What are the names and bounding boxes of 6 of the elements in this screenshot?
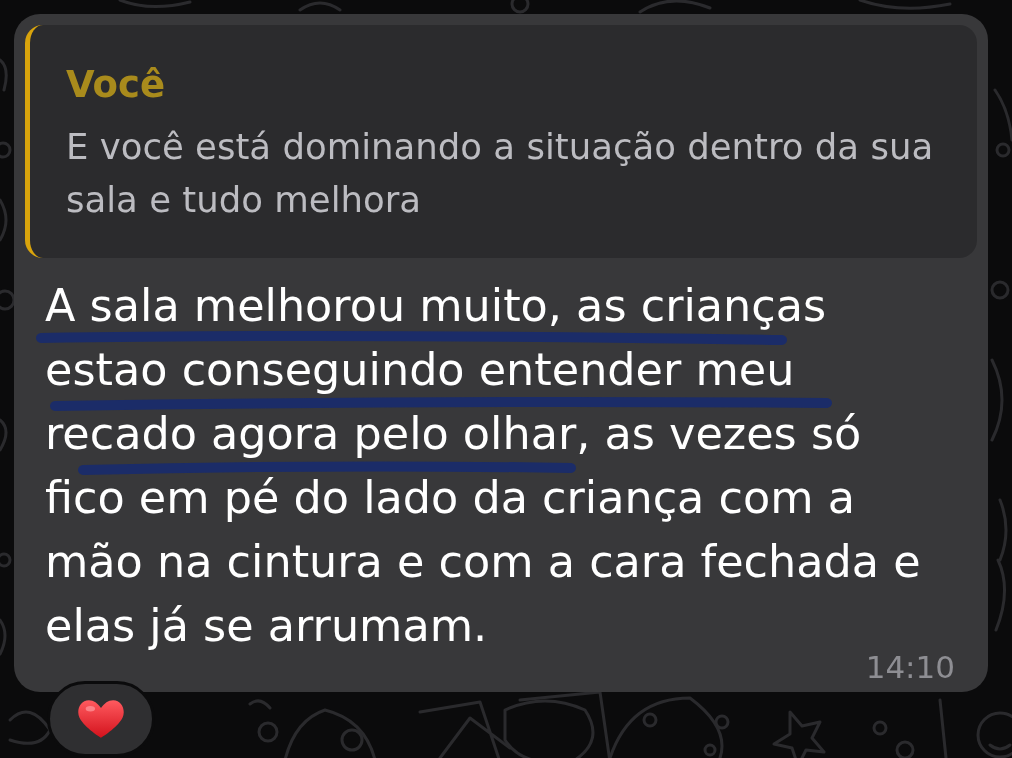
message-time: 14:10 <box>865 652 955 683</box>
message-text: A sala melhorou muito, as crianças estao conseguindo entender meu recado agora pelo olhar, as vezes só fico em pé do lado da criança com a mão na cintura e com a cara fechada e elas já se arrumam. <box>45 280 921 651</box>
quoted-message[interactable]: Você E você está dominando a situação dentro da sua sala e tudo melhora <box>25 25 977 258</box>
quote-author: Você <box>66 63 167 107</box>
heart-icon <box>78 698 124 740</box>
quote-text: E você está dominando a situação dentro da sua sala e tudo melhora <box>66 125 935 222</box>
